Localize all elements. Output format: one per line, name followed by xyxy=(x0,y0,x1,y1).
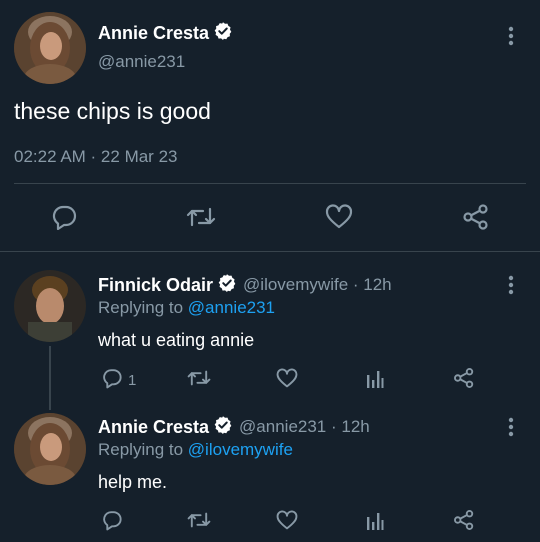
replying-to: Replying to @ilovemywife xyxy=(98,440,293,460)
analytics-icon[interactable] xyxy=(366,369,384,394)
reply-button[interactable]: 1 xyxy=(101,367,136,394)
reply-header: Annie Cresta @annie231 · 12h xyxy=(98,415,370,439)
handle-time[interactable]: @ilovemywife · 12h xyxy=(243,275,392,295)
timestamp[interactable]: 02:22 AM · 22 Mar 23 xyxy=(14,147,177,167)
reply-icon[interactable] xyxy=(50,204,78,235)
replying-to-link[interactable]: @ilovemywife xyxy=(188,440,293,459)
replying-prefix: Replying to xyxy=(98,440,184,459)
reply-count: 1 xyxy=(128,372,137,389)
retweet-icon[interactable] xyxy=(187,368,211,393)
section-divider xyxy=(0,251,540,252)
avatar[interactable] xyxy=(14,270,86,342)
share-icon[interactable] xyxy=(453,367,475,394)
more-icon[interactable] xyxy=(508,275,514,300)
verified-icon xyxy=(213,21,233,46)
display-name[interactable]: Annie Cresta xyxy=(98,417,209,438)
replying-to: Replying to @annie231 xyxy=(98,298,275,318)
reply-header: Finnick Odair @ilovemywife · 12h xyxy=(98,273,392,297)
more-icon[interactable] xyxy=(508,26,514,51)
like-icon[interactable] xyxy=(276,368,298,394)
tweet-text: these chips is good xyxy=(14,98,211,124)
like-icon[interactable] xyxy=(276,510,298,536)
main-tweet-header: Annie Cresta xyxy=(98,21,233,45)
avatar[interactable] xyxy=(14,12,86,84)
retweet-icon[interactable] xyxy=(186,205,216,234)
display-name[interactable]: Finnick Odair xyxy=(98,275,213,296)
handle-time[interactable]: @annie231 · 12h xyxy=(239,417,370,437)
reply-text: what u eating annie xyxy=(98,330,255,350)
share-icon[interactable] xyxy=(453,509,475,536)
divider xyxy=(14,183,526,184)
display-name[interactable]: Annie Cresta xyxy=(98,23,209,44)
replying-to-link[interactable]: @annie231 xyxy=(188,298,275,317)
replying-prefix: Replying to xyxy=(98,298,184,317)
more-icon[interactable] xyxy=(508,417,514,442)
retweet-icon[interactable] xyxy=(187,510,211,535)
verified-icon xyxy=(213,415,233,440)
reply-icon[interactable] xyxy=(101,367,123,394)
analytics-icon[interactable] xyxy=(366,511,384,536)
verified-icon xyxy=(217,273,237,298)
handle[interactable]: @annie231 xyxy=(98,52,185,72)
like-icon[interactable] xyxy=(325,204,353,235)
reply-text: help me. xyxy=(98,472,168,492)
thread-line xyxy=(49,346,51,410)
reply-icon[interactable] xyxy=(101,509,123,536)
share-icon[interactable] xyxy=(462,203,490,236)
avatar[interactable] xyxy=(14,413,86,485)
